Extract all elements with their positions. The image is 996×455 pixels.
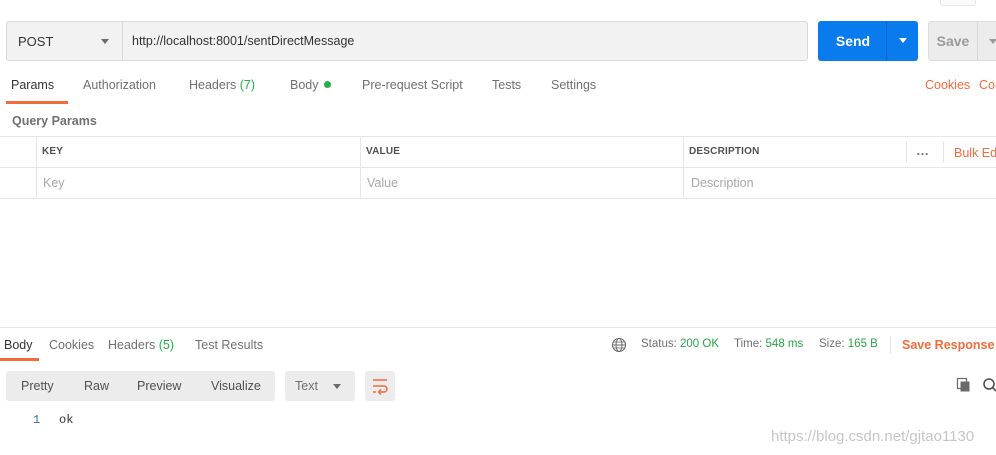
send-options-button[interactable] [886,21,918,61]
status-info: Status: 200 OK [641,338,719,350]
status-value: 200 OK [680,338,720,350]
headers-count: (5) [158,338,175,352]
format-label: Text [295,379,318,393]
response-tab-body[interactable]: Body [4,338,33,352]
globe-icon[interactable] [611,337,627,353]
view-visualize[interactable]: Visualize [211,379,261,393]
url-text: http://localhost:8001/sentDirectMessage [132,34,355,48]
request-bar: POST http://localhost:8001/sentDirectMes… [6,21,808,61]
line-number: 1 [33,413,41,427]
description-input[interactable]: Description [691,176,754,190]
column-header-key: KEY [42,146,64,157]
tab-label: Headers [108,338,156,352]
format-select[interactable]: Text [285,371,355,401]
watermark: https://blog.csdn.net/gjtao1130 [771,428,975,445]
tab-authorization[interactable]: Authorization [83,78,156,104]
column-divider [36,136,37,198]
bulk-edit-link[interactable]: Bulk Ed [954,146,996,160]
query-params-title: Query Params [12,114,97,128]
response-divider [0,327,996,328]
tab-label: Test Results [195,338,264,352]
chevron-down-icon [899,38,907,43]
column-divider [906,141,907,163]
time-value: 548 ms [765,338,804,350]
chevron-down-icon [333,384,341,389]
table-top-border [0,136,996,137]
tab-headers[interactable]: Headers (7) [189,78,255,104]
tab-label: Settings [551,78,597,92]
value-input[interactable]: Value [367,176,398,190]
key-input[interactable]: Key [43,176,65,190]
column-header-description: DESCRIPTION [689,146,760,157]
method-select[interactable]: POST [7,22,123,60]
status-dot-icon [323,81,331,88]
top-corner-button[interactable] [940,0,976,6]
view-pretty[interactable]: Pretty [21,379,54,393]
tab-label: Pre-request Script [362,78,463,92]
column-header-value: VALUE [366,146,401,157]
response-body-line: ok [59,413,74,427]
response-tab-cookies[interactable]: Cookies [49,338,94,352]
save-button-group: Save [928,21,996,61]
time-label: Time: [734,338,763,350]
tab-pre-request-script[interactable]: Pre-request Script [362,78,463,104]
url-input[interactable]: http://localhost:8001/sentDirectMessage [123,22,807,60]
save-options-button[interactable] [977,22,996,60]
divider [890,336,891,354]
view-preview[interactable]: Preview [137,379,181,393]
chevron-down-icon [101,39,109,44]
chevron-down-icon [989,39,996,44]
column-divider [943,141,944,163]
send-button[interactable]: Send [818,21,886,61]
tab-tests[interactable]: Tests [492,78,521,104]
status-label: Status: [641,338,677,350]
wrap-icon [373,379,388,396]
save-button[interactable]: Save [929,22,977,60]
response-tab-test-results[interactable]: Test Results [195,338,263,352]
wrap-lines-button[interactable] [365,371,395,401]
tab-label: Body [290,78,319,92]
cookies-link[interactable]: Cookies [925,78,970,92]
view-mode-group: Pretty Raw Preview Visualize [6,371,275,401]
table-header-border [0,167,996,168]
tab-body[interactable]: Body [290,78,331,104]
save-response-button[interactable]: Save Response [902,338,994,352]
code-link[interactable]: Co [979,78,996,92]
view-raw[interactable]: Raw [84,379,109,393]
headers-count: (7) [239,78,256,92]
size-label: Size: [819,338,845,350]
search-icon[interactable] [982,377,996,393]
send-button-group: Send [818,21,918,61]
response-tab-headers[interactable]: Headers (5) [108,338,174,352]
table-bottom-border [0,198,996,199]
more-options-icon[interactable]: … [916,143,929,158]
time-info: Time: 548 ms [734,338,803,350]
tab-label: Headers [189,78,237,92]
tab-label: Tests [492,78,522,92]
column-divider [360,136,361,198]
method-label: POST [18,33,54,49]
tab-settings[interactable]: Settings [551,78,596,104]
copy-icon[interactable] [956,377,972,393]
tab-label: Body [4,338,33,352]
tab-label: Authorization [83,78,156,92]
active-tab-indicator [6,101,68,104]
active-response-tab-indicator [0,358,39,361]
column-divider [683,136,684,198]
tab-label: Cookies [49,338,95,352]
size-value: 165 B [847,338,878,350]
size-info: Size: 165 B [819,338,878,350]
tab-label: Params [11,78,55,92]
